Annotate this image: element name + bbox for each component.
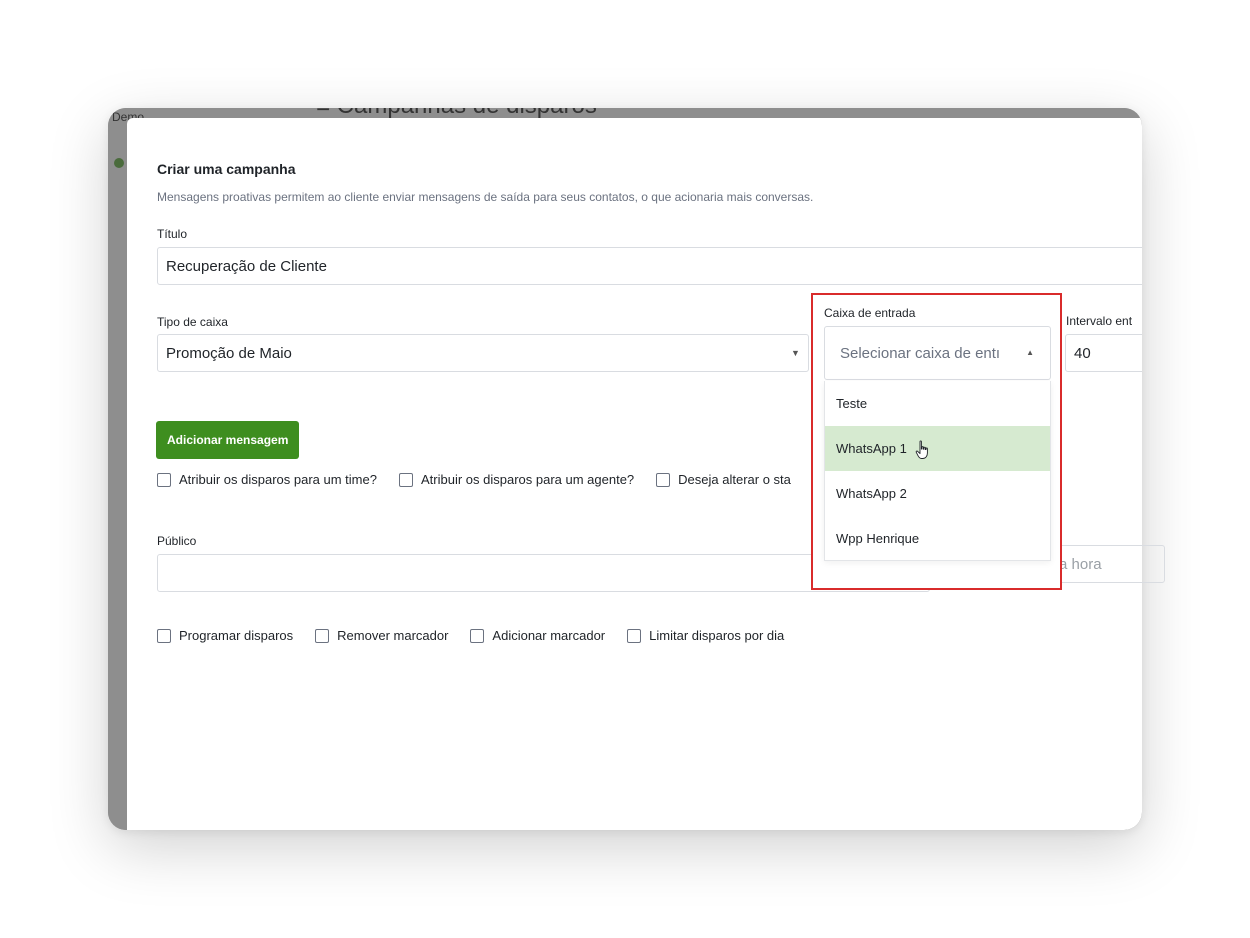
chevron-down-icon: ▼	[791, 348, 800, 358]
chevron-up-icon: ▲	[1026, 348, 1034, 357]
sidebar-icon	[114, 158, 124, 168]
modal-description: Mensagens proativas permitem ao cliente …	[157, 190, 814, 204]
inbox-dropdown: Caixa de entrada Selecionar caixa de ent…	[813, 295, 1060, 588]
checkbox-icon[interactable]	[315, 628, 330, 643]
assign-team-checkbox[interactable]: Atribuir os disparos para um time?	[157, 472, 377, 487]
add-message-button[interactable]: Adicionar mensagem	[156, 421, 300, 459]
inbox-option-teste[interactable]: Teste	[825, 381, 1050, 426]
change-status-checkbox[interactable]: Deseja alterar o sta	[656, 472, 791, 487]
checkbox-icon[interactable]	[157, 472, 171, 487]
inbox-option-whatsapp-1[interactable]: WhatsApp 1	[825, 426, 1050, 471]
title-label: Título	[157, 227, 188, 241]
inbox-option-wpp-henrique[interactable]: Wpp Henrique	[825, 516, 1050, 561]
schedule-checkbox[interactable]: Programar disparos	[157, 628, 293, 643]
options-row-1: Atribuir os disparos para um time? Atrib…	[157, 472, 813, 487]
remove-tag-checkbox[interactable]: Remover marcador	[315, 628, 448, 643]
options-row-2: Programar disparos Remover marcador Adic…	[157, 628, 806, 643]
add-tag-checkbox[interactable]: Adicionar marcador	[470, 628, 605, 643]
inbox-select[interactable]: Selecionar caixa de entı ▲	[824, 326, 1051, 380]
checkbox-icon[interactable]	[656, 472, 671, 487]
inbox-options-list: Teste WhatsApp 1 WhatsApp 2 Wpp Henrique	[824, 381, 1051, 561]
inbox-option-whatsapp-2[interactable]: WhatsApp 2	[825, 471, 1050, 516]
audience-label: Público	[157, 534, 197, 548]
limit-per-day-checkbox[interactable]: Limitar disparos por dia	[627, 628, 784, 643]
interval-input[interactable]	[1065, 334, 1142, 372]
inbox-label: Caixa de entrada	[824, 306, 916, 320]
checkbox-icon[interactable]	[470, 628, 485, 643]
inbox-select-placeholder: Selecionar caixa de entı	[840, 344, 1001, 362]
title-input[interactable]	[157, 247, 1142, 285]
assign-agent-checkbox[interactable]: Atribuir os disparos para um agente?	[398, 472, 634, 487]
inbox-type-label: Tipo de caixa	[157, 315, 228, 329]
modal-title: Criar uma campanha	[157, 161, 296, 177]
interval-label: Intervalo ent	[1066, 314, 1133, 328]
checkbox-icon[interactable]	[157, 628, 171, 643]
checkbox-icon[interactable]	[627, 628, 642, 643]
inbox-type-select[interactable]	[157, 334, 809, 372]
hand-pointer-icon	[915, 440, 928, 459]
checkbox-icon[interactable]	[398, 472, 413, 487]
